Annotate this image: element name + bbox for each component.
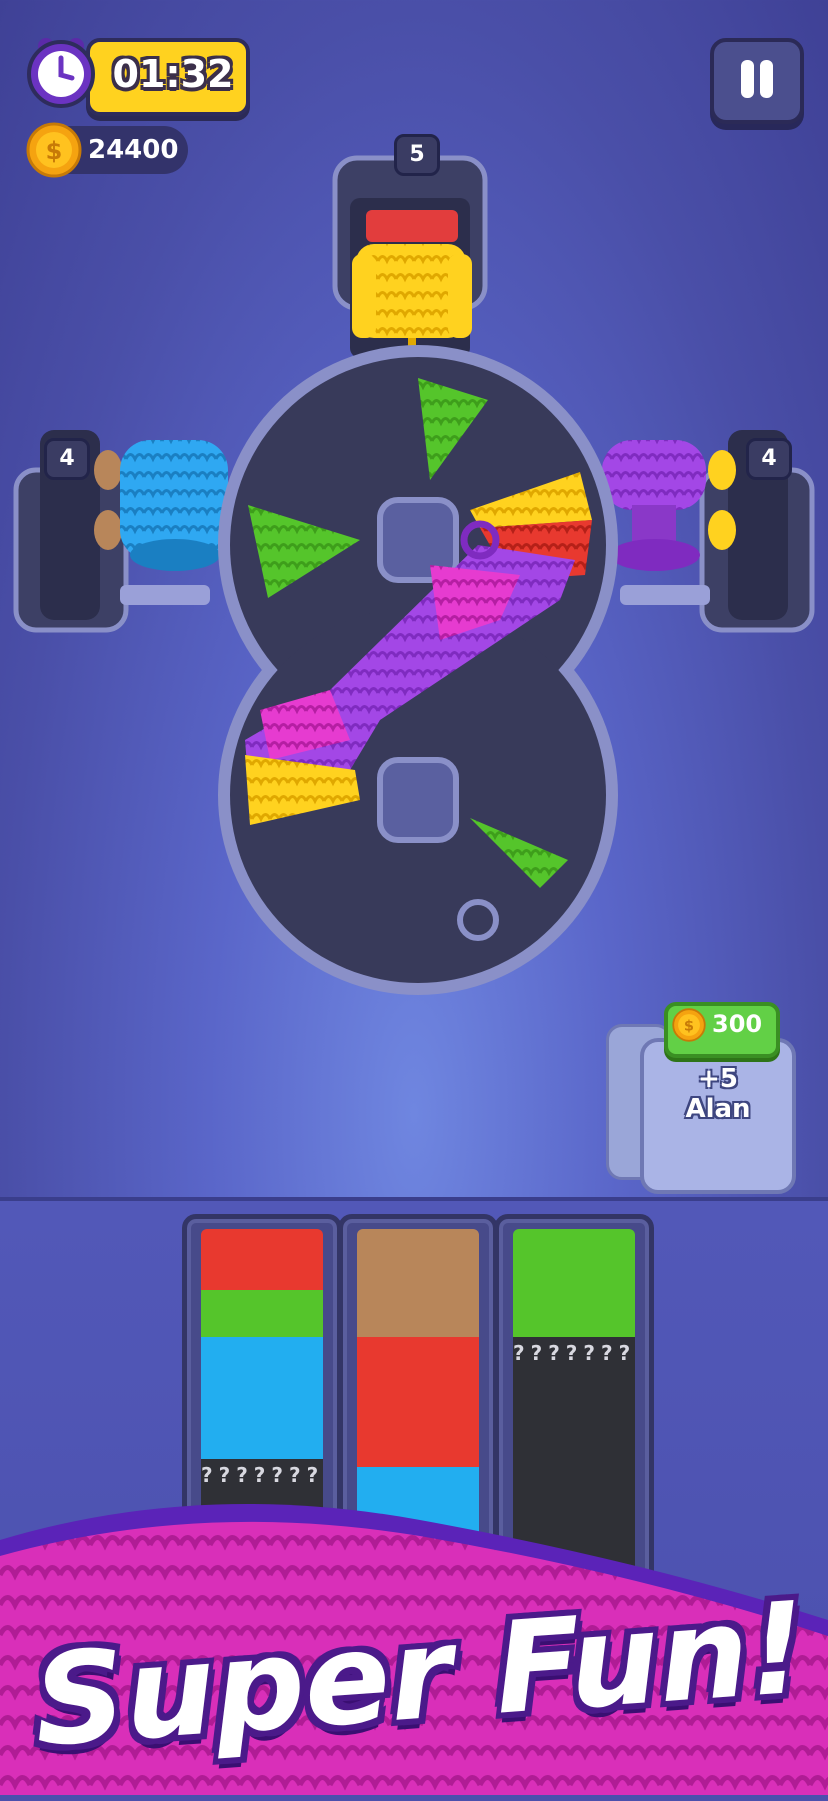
yarn-segment <box>357 1337 479 1467</box>
top-spool-holder <box>332 155 488 370</box>
svg-text:$: $ <box>684 1017 694 1034</box>
pause-button[interactable] <box>710 38 804 124</box>
upgrade-label-line2: Alan <box>685 1094 751 1124</box>
coin-icon: $ <box>672 1008 706 1042</box>
yarn-segment <box>201 1290 323 1337</box>
alarm-clock-icon <box>27 38 95 108</box>
right-spool-count-badge: 4 <box>746 438 792 480</box>
left-spool-count-badge: 4 <box>44 438 90 480</box>
top-spool-count-badge: 5 <box>394 134 440 176</box>
yarn-segment <box>201 1229 323 1290</box>
game-board <box>13 155 815 995</box>
upgrade-label-line1: +5 <box>698 1064 738 1094</box>
pause-icon <box>741 60 754 98</box>
pause-icon-bar <box>760 60 773 98</box>
yarn-segment <box>201 1337 323 1459</box>
yarn-segment <box>513 1229 635 1337</box>
upgrade-price-text: 300 <box>712 1010 763 1038</box>
timer-text: 01:32 <box>112 52 234 96</box>
yarn-segment <box>357 1229 479 1337</box>
